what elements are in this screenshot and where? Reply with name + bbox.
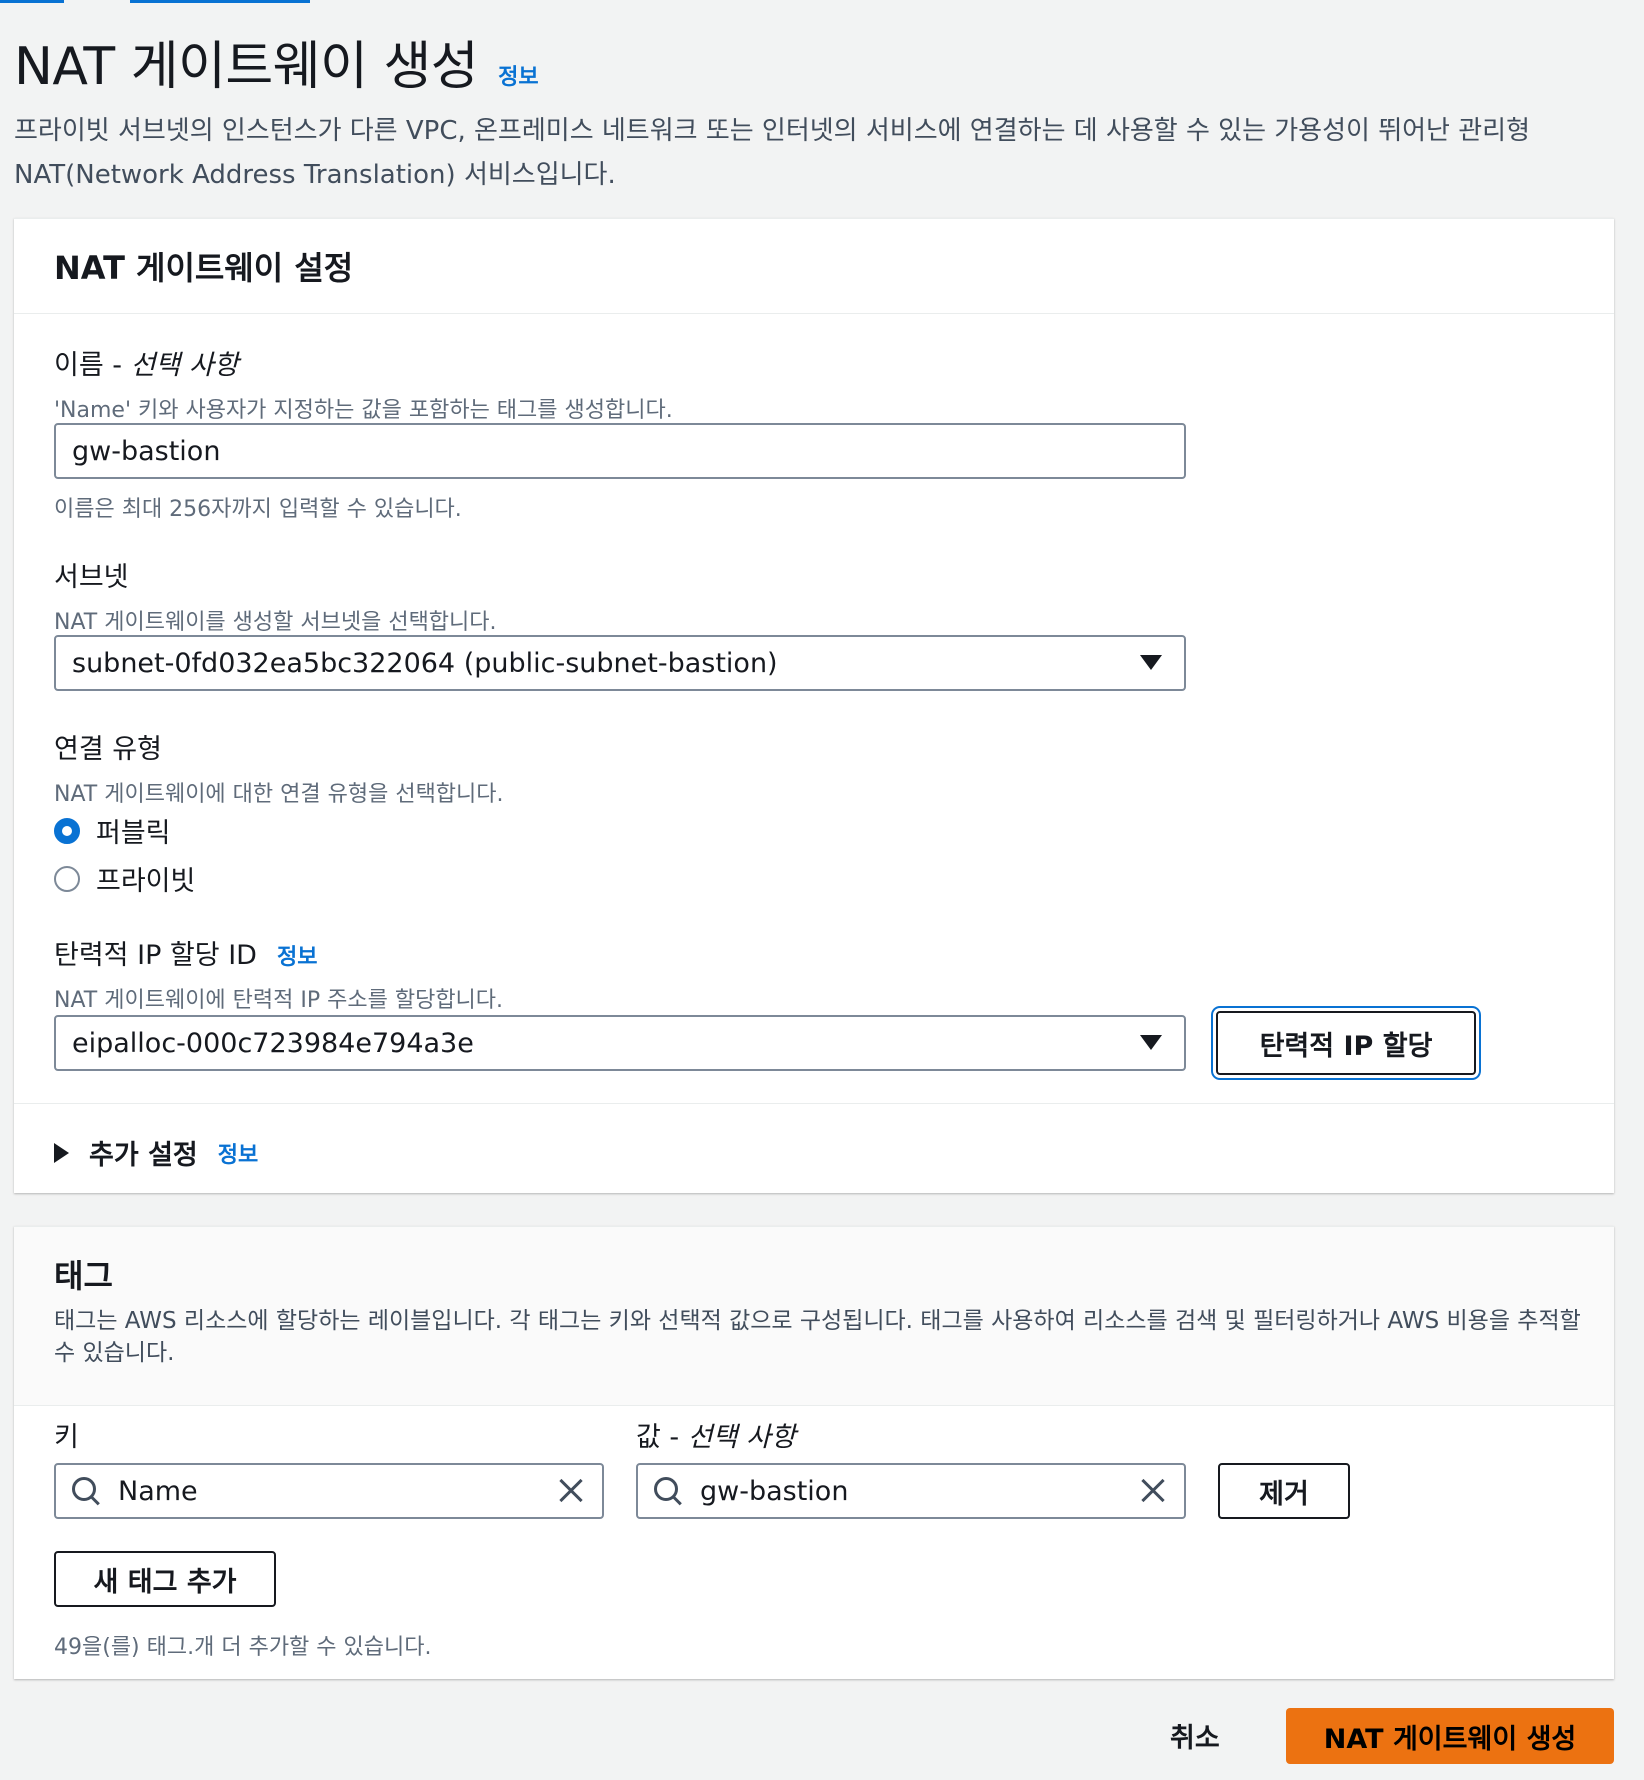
connectivity-label: 연결 유형: [54, 734, 162, 765]
tags-title: 태그: [54, 1257, 113, 1295]
nat-settings-panel: NAT 게이트웨이 설정 이름 - 선택 사항 'Name' 키와 사용자가 지…: [14, 218, 1614, 1193]
tags-remaining-text: 49을(를) 태그.개 더 추가할 수 있습니다.: [54, 1635, 432, 1660]
subnet-field: 서브넷 NAT 게이트웨이를 생성할 서브넷을 선택합니다.: [54, 555, 497, 636]
additional-settings-info-link[interactable]: 정보: [218, 1137, 258, 1169]
nat-settings-header: NAT 게이트웨이 설정: [14, 219, 1614, 314]
tag-value-label-optional: 선택 사항: [687, 1422, 796, 1453]
radio-public-label: 퍼블릭: [96, 818, 171, 849]
clear-icon[interactable]: [1138, 1476, 1168, 1506]
subnet-label: 서브넷: [54, 562, 129, 593]
tags-panel: 태그 태그는 AWS 리소스에 할당하는 레이블입니다. 각 태그는 키와 선택…: [14, 1226, 1614, 1679]
page-info-link[interactable]: 정보: [498, 59, 538, 91]
eip-label: 탄력적 IP 할당 ID 정보: [54, 933, 503, 972]
create-nat-gateway-button[interactable]: NAT 게이트웨이 생성: [1286, 1708, 1614, 1764]
name-constraint: 이름은 최대 256자까지 입력할 수 있습니다.: [54, 497, 462, 522]
tag-key-value: Name: [118, 1475, 198, 1507]
cancel-button[interactable]: 취소: [1170, 1716, 1220, 1755]
subnet-description: NAT 게이트웨이를 생성할 서브넷을 선택합니다.: [54, 610, 497, 635]
caret-down-icon: [1140, 1035, 1162, 1050]
additional-settings-label: 추가 설정: [89, 1140, 198, 1171]
tag-key-input[interactable]: Name: [54, 1463, 604, 1519]
caret-right-icon: [54, 1142, 69, 1163]
name-field: 이름 - 선택 사항 'Name' 키와 사용자가 지정하는 값을 포함하는 태…: [54, 343, 673, 424]
name-label-optional: 선택 사항: [130, 350, 239, 381]
radio-private[interactable]: 프라이빗: [54, 859, 195, 898]
eip-description: NAT 게이트웨이에 탄력적 IP 주소를 할당합니다.: [54, 988, 504, 1013]
eip-select-value: eipalloc-000c723984e794a3e: [72, 1027, 474, 1059]
tags-description: 태그는 AWS 리소스에 할당하는 레이블입니다. 각 태그는 키와 선택적 값…: [54, 1308, 1581, 1366]
eip-info-link[interactable]: 정보: [277, 945, 317, 970]
nat-settings-title: NAT 게이트웨이 설정: [54, 249, 354, 287]
caret-down-icon: [1140, 655, 1162, 670]
tag-value-value: gw-bastion: [700, 1475, 849, 1507]
tags-header: 태그 태그는 AWS 리소스에 할당하는 레이블입니다. 각 태그는 키와 선택…: [14, 1227, 1614, 1406]
top-tab-indicators: [0, 0, 1644, 4]
page-title: NAT 게이트웨이 생성: [14, 37, 479, 97]
top-tab-indicator: [0, 0, 64, 3]
name-label-text: 이름 -: [54, 350, 131, 381]
settings-divider: [14, 1103, 1614, 1104]
radio-private-label: 프라이빗: [96, 866, 196, 897]
remove-tag-button[interactable]: 제거: [1218, 1463, 1350, 1519]
allocate-eip-button[interactable]: 탄력적 IP 할당: [1216, 1011, 1476, 1075]
name-input[interactable]: gw-bastion: [54, 423, 1186, 479]
page-description: 프라이빗 서브넷의 인스턴스가 다른 VPC, 온프레미스 네트워크 또는 인터…: [14, 116, 1530, 190]
subnet-select[interactable]: subnet-0fd032ea5bc322064 (public-subnet-…: [54, 635, 1186, 691]
name-label: 이름 - 선택 사항: [54, 343, 673, 382]
page-header: NAT 게이트웨이 생성 정보 프라이빗 서브넷의 인스턴스가 다른 VPC, …: [14, 24, 1614, 197]
search-icon: [72, 1477, 100, 1505]
name-description: 'Name' 키와 사용자가 지정하는 값을 포함하는 태그를 생성합니다.: [54, 398, 673, 423]
tag-value-input[interactable]: gw-bastion: [636, 1463, 1186, 1519]
eip-field: 탄력적 IP 할당 ID 정보 NAT 게이트웨이에 탄력적 IP 주소를 할당합…: [54, 933, 503, 1014]
tag-key-label: 키: [54, 1422, 79, 1453]
search-icon: [654, 1477, 682, 1505]
additional-settings-toggle[interactable]: 추가 설정 정보: [54, 1133, 258, 1172]
radio-public-indicator[interactable]: [54, 817, 80, 844]
connectivity-description: NAT 게이트웨이에 대한 연결 유형을 선택합니다.: [54, 782, 504, 807]
name-input-value: gw-bastion: [72, 435, 221, 467]
connectivity-field: 연결 유형 NAT 게이트웨이에 대한 연결 유형을 선택합니다.: [54, 727, 504, 808]
subnet-select-value: subnet-0fd032ea5bc322064 (public-subnet-…: [72, 647, 778, 679]
top-tab-indicator: [130, 0, 310, 3]
radio-public[interactable]: 퍼블릭: [54, 811, 171, 850]
tag-value-label-text: 값 -: [636, 1422, 688, 1453]
eip-label-text: 탄력적 IP 할당 ID: [54, 940, 257, 971]
tag-value-label: 값 - 선택 사항: [636, 1415, 796, 1454]
eip-select[interactable]: eipalloc-000c723984e794a3e: [54, 1015, 1186, 1071]
radio-private-indicator[interactable]: [54, 865, 80, 892]
clear-icon[interactable]: [556, 1476, 586, 1506]
add-tag-button[interactable]: 새 태그 추가: [54, 1551, 276, 1607]
